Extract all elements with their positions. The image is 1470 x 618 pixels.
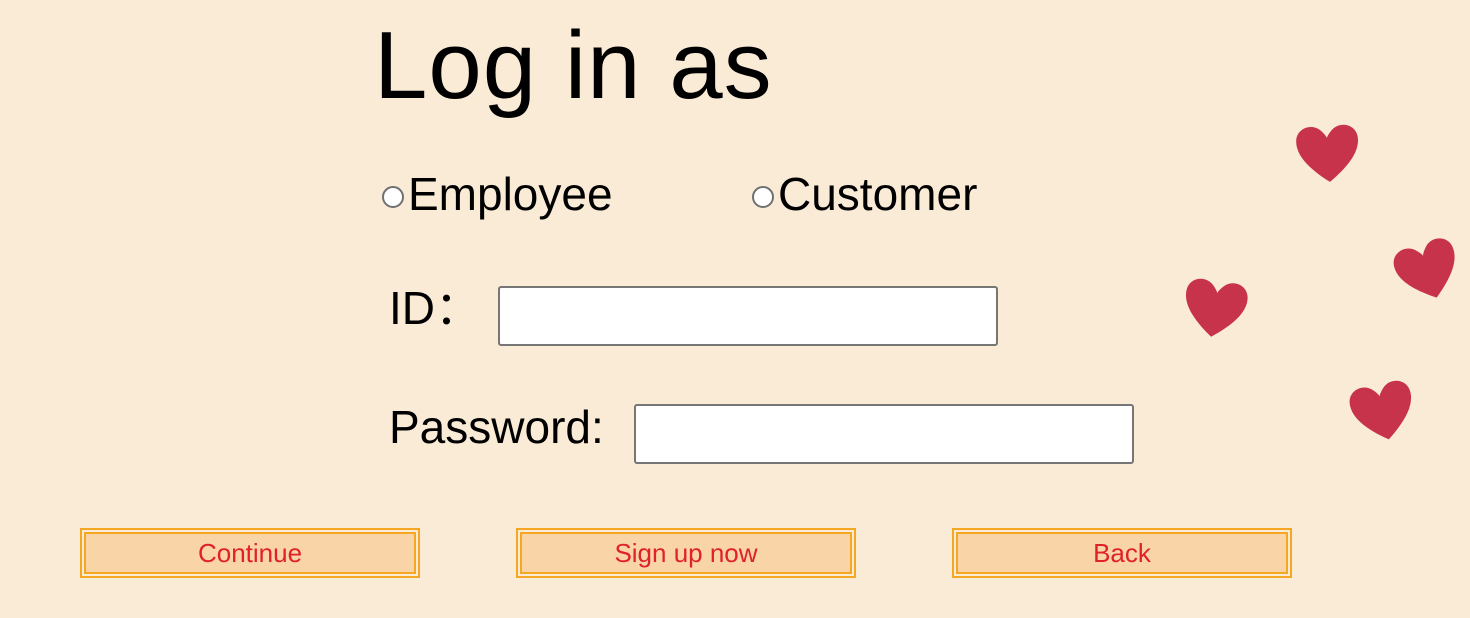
heart-icon bbox=[1349, 380, 1411, 440]
heart-icon bbox=[1185, 278, 1248, 337]
role-option-customer[interactable]: Customer bbox=[752, 164, 977, 224]
customer-radio[interactable] bbox=[752, 186, 774, 208]
password-label: Password: bbox=[389, 401, 604, 453]
back-button-label: Back bbox=[956, 532, 1288, 574]
page-title: Log in as bbox=[374, 12, 773, 119]
continue-button[interactable]: Continue bbox=[80, 528, 420, 578]
role-option-employee[interactable]: Employee bbox=[382, 164, 613, 224]
back-button[interactable]: Back bbox=[952, 528, 1292, 578]
id-input[interactable] bbox=[498, 286, 998, 346]
sign-up-button[interactable]: Sign up now bbox=[516, 528, 856, 578]
heart-icon bbox=[1393, 238, 1455, 298]
employee-radio[interactable] bbox=[382, 186, 404, 208]
customer-label: Customer bbox=[778, 168, 978, 220]
continue-button-label: Continue bbox=[84, 532, 416, 574]
heart-icon bbox=[1296, 124, 1358, 182]
id-label: ID： bbox=[389, 282, 481, 334]
employee-label: Employee bbox=[408, 168, 613, 220]
password-input[interactable] bbox=[634, 404, 1134, 464]
sign-up-button-label: Sign up now bbox=[520, 532, 852, 574]
